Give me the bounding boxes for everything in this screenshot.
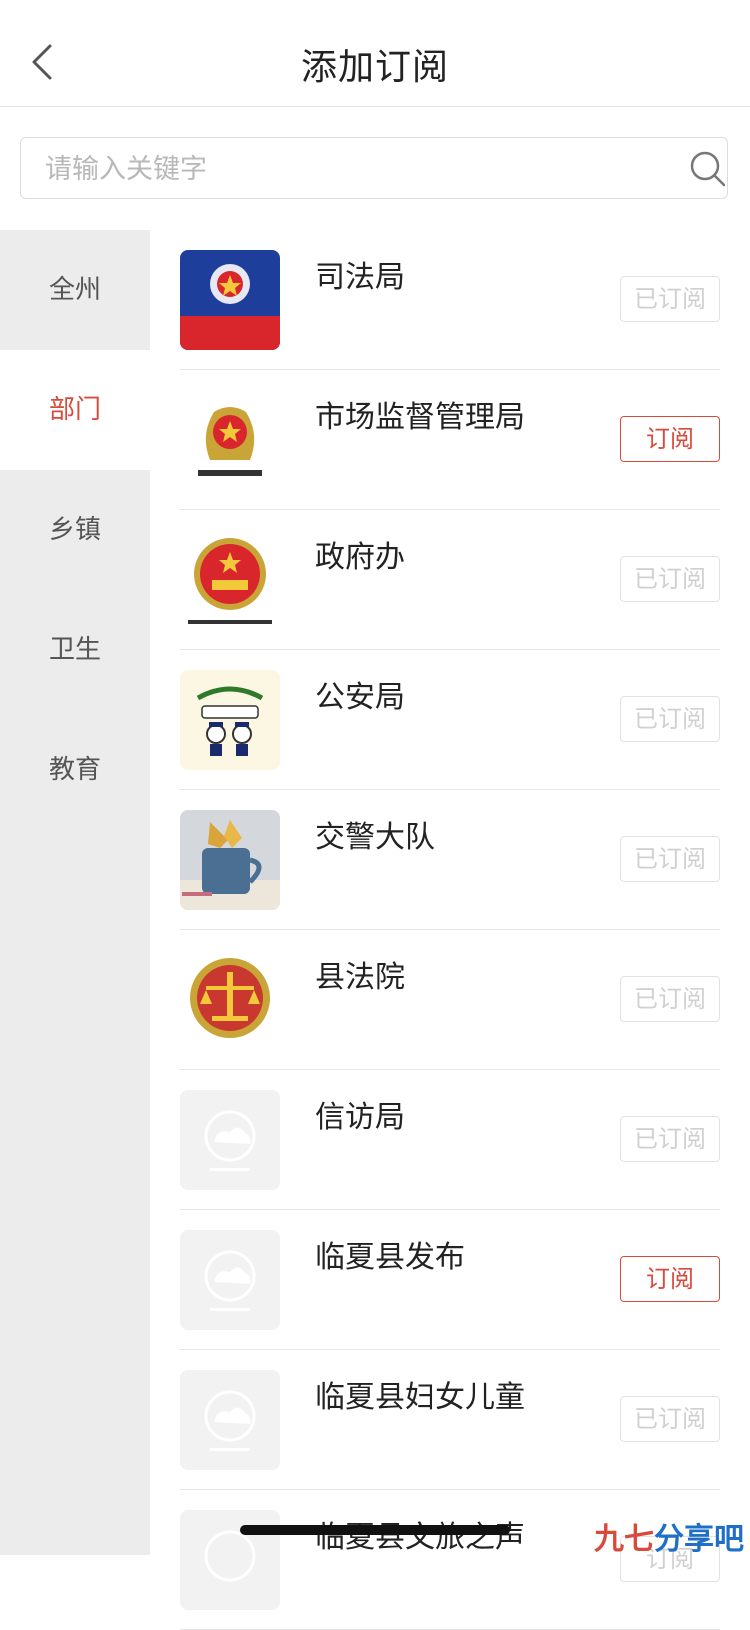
channel-name: 信访局: [315, 1100, 405, 1135]
channel-name: 临夏县妇女儿童: [315, 1380, 525, 1415]
sidebar-item-bumen[interactable]: 部门: [0, 350, 150, 470]
sidebar-item-weisheng[interactable]: 卫生: [0, 590, 150, 710]
home-indicator[interactable]: [240, 1525, 510, 1535]
subscribed-button[interactable]: 已订阅: [620, 976, 720, 1022]
placeholder-logo: [180, 1230, 280, 1330]
channel-name: 司法局: [315, 260, 405, 295]
subscribed-button[interactable]: 已订阅: [620, 276, 720, 322]
subscribed-button[interactable]: 已订阅: [620, 1396, 720, 1442]
page-title: 添加订阅: [300, 47, 449, 88]
government-office-logo: [180, 530, 280, 630]
nav-header: 添加订阅: [0, 0, 750, 107]
list-item[interactable]: 市场监督管理局 订阅: [180, 370, 720, 510]
channel-name: 临夏县发布: [315, 1240, 465, 1275]
search-icon[interactable]: [689, 150, 727, 188]
list-item[interactable]: 临夏县妇女儿童 已订阅: [180, 1350, 720, 1490]
list-item[interactable]: 司法局 已订阅: [180, 230, 720, 370]
market-regulation-logo: [180, 390, 280, 490]
channel-name: 交警大队: [315, 820, 435, 855]
subscribed-button[interactable]: 已订阅: [620, 836, 720, 882]
placeholder-logo: [180, 1370, 280, 1470]
list-item[interactable]: 临夏县发布 订阅: [180, 1210, 720, 1350]
channel-name: 市场监督管理局: [315, 400, 525, 435]
channel-name: 公安局: [315, 680, 405, 715]
subscribe-button[interactable]: 订阅: [620, 1256, 720, 1302]
subscription-list: 司法局 已订阅 市场监督管理局 订阅 政府办 已订阅 公安局 已订阅 交警大队 …: [150, 230, 750, 1630]
police-bureau-logo: [180, 670, 280, 770]
watermark: 九七分享吧: [594, 1522, 744, 1557]
channel-name: 县法院: [315, 960, 405, 995]
subscribed-button[interactable]: 已订阅: [620, 696, 720, 742]
list-item[interactable]: 公安局 已订阅: [180, 650, 720, 790]
search-input[interactable]: [43, 138, 687, 200]
sidebar-item-xiangzhen[interactable]: 乡镇: [0, 470, 150, 590]
category-sidebar: 全州 部门 乡镇 卫生 教育: [0, 230, 150, 1555]
justice-bureau-logo: [180, 250, 280, 350]
sidebar-item-quanzhou[interactable]: 全州: [0, 230, 150, 350]
list-item[interactable]: 政府办 已订阅: [180, 510, 720, 650]
channel-name: 政府办: [315, 540, 405, 575]
traffic-police-logo: [180, 810, 280, 910]
list-item[interactable]: 县法院 已订阅: [180, 930, 720, 1070]
placeholder-logo: [180, 1090, 280, 1190]
subscribe-button[interactable]: 订阅: [620, 416, 720, 462]
search-bar: [20, 137, 728, 200]
subscribed-button[interactable]: 已订阅: [620, 556, 720, 602]
county-court-logo: [180, 950, 280, 1050]
sidebar-item-jiaoyu[interactable]: 教育: [0, 710, 150, 830]
subscribed-button[interactable]: 已订阅: [620, 1116, 720, 1162]
list-item[interactable]: 临夏县文旅之声 订阅: [180, 1490, 720, 1630]
list-item[interactable]: 交警大队 已订阅: [180, 790, 720, 930]
list-item[interactable]: 信访局 已订阅: [180, 1070, 720, 1210]
